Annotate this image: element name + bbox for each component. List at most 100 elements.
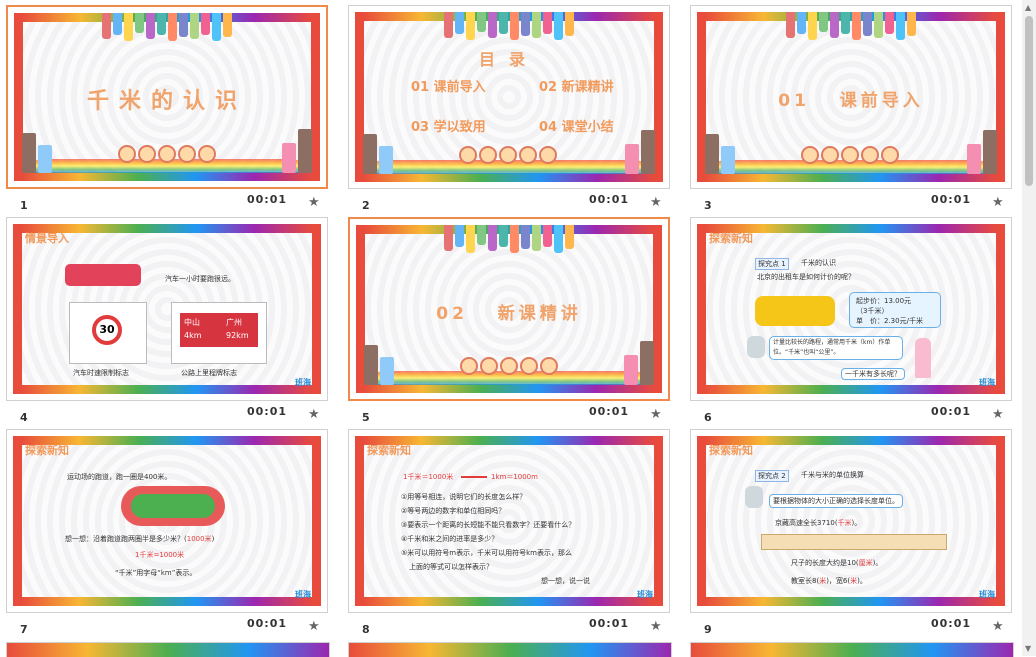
slide-thumbnail-5[interactable]: 02 新课精讲 — [348, 217, 670, 401]
slide-meta: 2 00:01 ★ — [346, 193, 672, 215]
explore-tag-text: 千米的认识 — [801, 259, 836, 267]
slide-thumbnail-8[interactable]: 探索新知 1千米＝1000米 1km＝1000m ①用等号相连，说明它们的长度怎… — [348, 429, 670, 613]
robot-icon — [747, 336, 765, 358]
mileage-sign-dist1: 4km — [184, 331, 202, 340]
slide-thumbnail-12[interactable] — [690, 642, 1014, 657]
ruler-image — [761, 534, 947, 550]
slide-number: 6 — [704, 411, 712, 424]
star-icon[interactable]: ★ — [650, 407, 662, 422]
explore-tag-text: 千米与米的单位换算 — [801, 471, 864, 479]
scroll-up-icon[interactable]: ▲ — [1025, 3, 1031, 12]
question-1: ①用等号相连，说明它们的长度怎么样？ — [401, 493, 527, 501]
tip-bubble: 计量比较长的路程，通常用千米（km）作单位。“千米”也叫“公里”。 — [769, 336, 903, 360]
slide-cell-2: 目录 01 课前导入 02 新课精讲 03 学以致用 04 课堂小结 2 00:… — [346, 5, 672, 217]
arrow-icon — [461, 476, 487, 478]
toc-item-1: 01 课前导入 — [411, 80, 486, 95]
houses-decoration-right — [280, 113, 314, 173]
slide-timing: 00:01 — [589, 617, 630, 630]
robot-icon — [745, 486, 763, 508]
slide-meta: 6 00:01 ★ — [688, 405, 1014, 427]
slide-timing: 00:01 — [589, 193, 630, 206]
toc-item-4: 04 课堂小结 — [539, 120, 614, 135]
children-decoration — [459, 146, 559, 166]
teacher-figure — [915, 338, 931, 378]
slide-text-4: “千米”用字母“km”表示。 — [115, 569, 197, 577]
slide-thumbnail-6[interactable]: 探索新知 探究点 1 千米的认识 北京的出租车是如何计价的呢？ 起步价：13.0… — [690, 217, 1012, 401]
slide-cell-1: 千米的认识 1 00:01 ★ — [4, 5, 330, 217]
slide-cell-8: 探索新知 1千米＝1000米 1km＝1000m ①用等号相连，说明它们的长度怎… — [346, 429, 672, 641]
sentence-2: 尺子的长度大约是10(厘米)。 — [791, 559, 883, 567]
toc-title: 目录 — [478, 50, 539, 69]
slide-thumbnail-4[interactable]: 情景导入 汽车一小时要跑很远。 30 中山 4km 广州 92km 汽车时速限制… — [6, 217, 328, 401]
tip-bubble: 要根据物体的大小正确的选择长度单位。 — [769, 494, 903, 508]
logo: 班海 — [979, 590, 995, 599]
section-title: 01 课前导入 — [778, 91, 924, 111]
mileage-sign-city1: 中山 — [184, 318, 200, 327]
slide-thumbnail-10[interactable] — [6, 642, 330, 657]
slide-meta: 1 00:01 ★ — [4, 193, 330, 215]
star-icon[interactable]: ★ — [308, 407, 320, 422]
section-title: 02 新课精讲 — [436, 304, 582, 324]
vertical-scrollbar[interactable]: ▲ ▼ — [1022, 0, 1036, 656]
slide-meta: 5 00:01 ★ — [346, 405, 672, 427]
slide-thumbnail-2[interactable]: 目录 01 课前导入 02 新课精讲 03 学以致用 04 课堂小结 — [348, 5, 670, 189]
sentence-1: 京藏高速全长3710(千米)。 — [775, 519, 862, 527]
mileage-sign-city2: 广州 — [226, 318, 242, 327]
star-icon[interactable]: ★ — [992, 619, 1004, 634]
houses-decoration-right — [622, 325, 656, 385]
slide-number: 1 — [20, 199, 28, 212]
speed-sign-panel: 30 — [69, 302, 147, 364]
slide-timing: 00:01 — [589, 405, 630, 418]
slide-meta: 4 00:01 ★ — [4, 405, 330, 427]
question-text: 北京的出租车是如何计价的呢？ — [757, 273, 855, 281]
slide-frame — [13, 224, 321, 394]
scrollbar-thumb[interactable] — [1025, 16, 1033, 186]
slide-timing: 00:01 — [247, 193, 288, 206]
slide-thumbnail-1[interactable]: 千米的认识 — [6, 5, 328, 189]
slide-text-1: 运动场的跑道，跑一圈是400米。 — [67, 473, 172, 481]
taxi-image — [755, 296, 835, 326]
slide-thumbnail-3[interactable]: 01 课前导入 — [690, 5, 1012, 189]
star-icon[interactable]: ★ — [308, 619, 320, 634]
slide-thumbnail-7[interactable]: 探索新知 运动场的跑道，跑一圈是400米。 想一想：沿着跑道跑两圈半是多少米？(… — [6, 429, 328, 613]
scroll-down-icon[interactable]: ▼ — [1025, 644, 1031, 653]
slide-thumbnail-11[interactable] — [348, 642, 672, 657]
star-icon[interactable]: ★ — [992, 195, 1004, 210]
star-icon[interactable]: ★ — [650, 619, 662, 634]
speed-limit-sign: 30 — [92, 315, 122, 345]
slide-meta: 9 00:01 ★ — [688, 617, 1014, 639]
houses-decoration-right — [965, 114, 999, 174]
slide-cell-6: 探索新知 探究点 1 千米的认识 北京的出租车是如何计价的呢？ 起步价：13.0… — [688, 217, 1014, 429]
slide-number: 8 — [362, 623, 370, 636]
track-field — [131, 494, 215, 518]
equation-1: 1千米＝1000米 — [403, 473, 454, 481]
slide-cell-3: 01 课前导入 3 00:01 ★ — [688, 5, 1014, 217]
slide-meta: 3 00:01 ★ — [688, 193, 1014, 215]
children-decoration — [118, 145, 218, 165]
question-4: ④千米和米之间的进率是多少？ — [401, 535, 499, 543]
star-icon[interactable]: ★ — [308, 195, 320, 210]
star-icon[interactable]: ★ — [650, 195, 662, 210]
slide-number: 3 — [704, 199, 712, 212]
slide-thumbnail-9[interactable]: 探索新知 探究点 2 千米与米的单位换算 要根据物体的大小正确的选择长度单位。 … — [690, 429, 1012, 613]
houses-decoration-left — [703, 114, 737, 174]
mileage-sign-panel: 中山 4km 广州 92km — [171, 302, 267, 364]
question-3: ③要表示一个距离的长短能不能只看数字？还要看什么？ — [401, 521, 576, 529]
price-start-distance: （3千米） — [856, 307, 889, 315]
price-start: 起步价：13.00元 — [856, 297, 912, 305]
price-box: 起步价：13.00元 （3千米） 单 价：2.30元/千米 — [849, 292, 941, 328]
caption-2: 公路上里程牌标志 — [181, 369, 237, 377]
caption-1: 汽车时速限制标志 — [73, 369, 129, 377]
logo: 班海 — [637, 590, 653, 599]
star-icon[interactable]: ★ — [992, 407, 1004, 422]
logo: 班海 — [295, 590, 311, 599]
ask-bubble: 一千米有多长呢？ — [841, 368, 905, 380]
children-decoration — [801, 146, 901, 166]
slide-timing: 00:01 — [931, 193, 972, 206]
think-prompt: 想一想，说一说 — [541, 577, 590, 585]
houses-decoration-left — [361, 114, 395, 174]
slide-number: 9 — [704, 623, 712, 636]
books-decoration — [751, 12, 951, 42]
slide-cell-9: 探索新知 探究点 2 千米与米的单位换算 要根据物体的大小正确的选择长度单位。 … — [688, 429, 1014, 641]
sentence-3: 教室长8(米)，宽6(米)。 — [791, 577, 867, 585]
